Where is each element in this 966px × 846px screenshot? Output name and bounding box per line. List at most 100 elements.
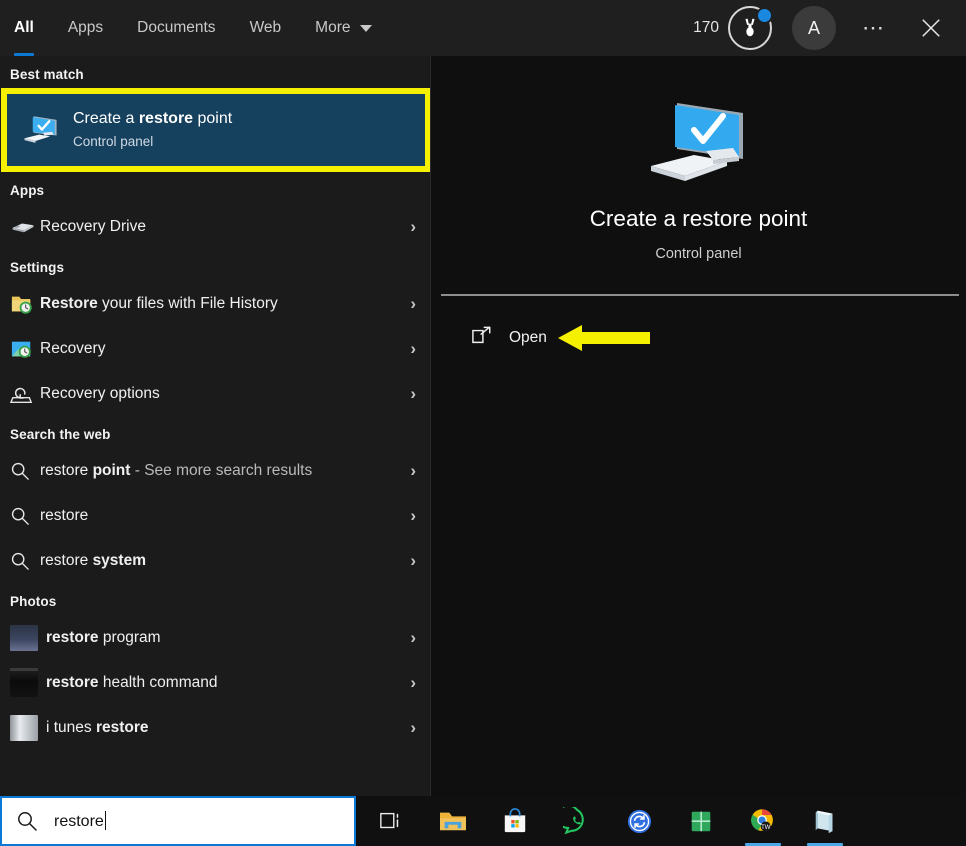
open-action[interactable]: Open bbox=[471, 318, 547, 358]
file-explorer-icon[interactable] bbox=[422, 796, 484, 846]
best-match-title: Create a restore point bbox=[73, 109, 232, 129]
result-web-restore[interactable]: restore › bbox=[0, 493, 430, 538]
search-flyout: All Apps Documents Web More 170 bbox=[0, 0, 966, 846]
result-label-bold: restore bbox=[46, 674, 99, 691]
search-input-text: restore bbox=[54, 813, 104, 830]
tab-web[interactable]: Web bbox=[250, 0, 303, 56]
result-recovery[interactable]: Recovery › bbox=[0, 326, 430, 371]
result-label-bold: restore bbox=[46, 629, 99, 646]
result-photo-itunes-restore[interactable]: i tunes restore › bbox=[0, 705, 430, 750]
search-icon bbox=[16, 810, 38, 832]
preview-title: Create a restore point bbox=[431, 206, 966, 232]
result-label: restore bbox=[40, 507, 410, 525]
tab-documents[interactable]: Documents bbox=[137, 0, 236, 56]
sync-app-icon[interactable] bbox=[608, 796, 670, 846]
result-label: restore point - See more search results bbox=[40, 462, 410, 480]
taskbar-icons: TW bbox=[360, 796, 856, 846]
section-header-search-the-web: Search the web bbox=[0, 416, 430, 448]
tab-apps-label: Apps bbox=[68, 19, 103, 37]
search-input[interactable]: restore bbox=[0, 796, 356, 846]
result-label: Recovery options bbox=[40, 385, 410, 403]
tab-all[interactable]: All bbox=[14, 0, 55, 56]
chevron-right-icon[interactable]: › bbox=[410, 551, 416, 571]
result-web-restore-system[interactable]: restore system › bbox=[0, 538, 430, 583]
result-label-muted: - See more search results bbox=[130, 462, 312, 479]
photo-thumbnail-blue bbox=[10, 625, 46, 651]
best-match-title-suffix: point bbox=[193, 110, 232, 127]
text-caret bbox=[105, 811, 107, 830]
result-label-bold: system bbox=[93, 552, 146, 569]
photo-thumbnail-dark bbox=[10, 668, 46, 697]
restore-point-monitor-large-icon bbox=[431, 91, 966, 196]
preview-subtitle: Control panel bbox=[431, 246, 966, 262]
microsoft-store-icon[interactable] bbox=[484, 796, 546, 846]
header-actions: 170 A ⋯ bbox=[693, 0, 966, 56]
result-photo-restore-health-command[interactable]: restore health command › bbox=[0, 660, 430, 705]
result-label-bold: restore bbox=[96, 719, 149, 736]
result-label-prefix: restore bbox=[40, 462, 93, 479]
tab-more-label: More bbox=[315, 19, 350, 37]
result-label: i tunes restore bbox=[46, 719, 410, 737]
result-label-text: health command bbox=[99, 674, 218, 691]
preview-pane: Create a restore point Control panel Ope… bbox=[431, 56, 966, 796]
result-label-text: Recovery Drive bbox=[40, 218, 146, 235]
search-input-value: restore bbox=[54, 811, 106, 831]
result-restore-file-history[interactable]: Restore your files with File History › bbox=[0, 281, 430, 326]
file-history-icon bbox=[10, 293, 40, 315]
result-label-prefix: i tunes bbox=[46, 719, 96, 736]
best-match-text: Create a restore point Control panel bbox=[73, 109, 232, 151]
result-label-text: Recovery bbox=[40, 340, 105, 357]
result-best-match[interactable]: Create a restore point Control panel bbox=[1, 88, 430, 172]
result-web-restore-point[interactable]: restore point - See more search results … bbox=[0, 448, 430, 493]
best-match-subtitle: Control panel bbox=[73, 132, 232, 151]
svg-text:TW: TW bbox=[761, 825, 771, 831]
search-icon bbox=[10, 551, 40, 571]
chevron-right-icon[interactable]: › bbox=[410, 461, 416, 481]
yellow-left-arrow-annotation bbox=[556, 318, 656, 358]
tab-apps[interactable]: Apps bbox=[68, 0, 124, 56]
result-recovery-options[interactable]: Recovery options › bbox=[0, 371, 430, 416]
rewards-medal-icon[interactable] bbox=[728, 6, 772, 50]
result-label-text: program bbox=[99, 629, 161, 646]
search-header: All Apps Documents Web More 170 bbox=[0, 0, 966, 56]
recovery-settings-icon bbox=[10, 338, 40, 360]
search-icon bbox=[10, 461, 40, 481]
whatsapp-icon[interactable] bbox=[546, 796, 608, 846]
tab-documents-label: Documents bbox=[137, 19, 215, 37]
excel-icon[interactable] bbox=[670, 796, 732, 846]
result-label-text: your files with File History bbox=[98, 295, 278, 312]
chevron-right-icon[interactable]: › bbox=[410, 217, 416, 237]
preview-divider bbox=[441, 294, 959, 296]
best-match-highlight: Create a restore point Control panel bbox=[1, 88, 425, 172]
results-list: Best match Create a restore point Contro bbox=[0, 56, 430, 796]
chevron-right-icon[interactable]: › bbox=[410, 673, 416, 693]
sticky-notes-icon[interactable] bbox=[794, 796, 856, 846]
avatar[interactable]: A bbox=[792, 6, 836, 50]
chevron-right-icon[interactable]: › bbox=[410, 339, 416, 359]
restore-point-monitor-icon bbox=[19, 108, 63, 152]
result-label: Restore your files with File History bbox=[40, 295, 410, 313]
result-photo-restore-program[interactable]: restore program › bbox=[0, 615, 430, 660]
result-label: Recovery bbox=[40, 340, 410, 358]
notification-dot bbox=[756, 7, 773, 24]
tab-more[interactable]: More bbox=[315, 0, 393, 56]
chevron-right-icon[interactable]: › bbox=[410, 718, 416, 738]
chevron-right-icon[interactable]: › bbox=[410, 506, 416, 526]
close-icon[interactable] bbox=[908, 5, 954, 51]
chevron-right-icon[interactable]: › bbox=[410, 384, 416, 404]
ellipsis-icon[interactable]: ⋯ bbox=[854, 8, 894, 48]
search-icon bbox=[10, 506, 40, 526]
result-recovery-drive[interactable]: Recovery Drive › bbox=[0, 204, 430, 249]
task-view-icon[interactable] bbox=[360, 796, 422, 846]
taskbar: restore bbox=[0, 796, 966, 846]
section-header-apps: Apps bbox=[0, 172, 430, 204]
chevron-right-icon[interactable]: › bbox=[410, 628, 416, 648]
result-label-prefix: restore bbox=[40, 507, 88, 524]
section-header-best-match: Best match bbox=[0, 56, 430, 88]
result-label: restore program bbox=[46, 629, 410, 647]
chevron-right-icon[interactable]: › bbox=[410, 294, 416, 314]
result-label: restore health command bbox=[46, 674, 410, 692]
chrome-tw-icon[interactable]: TW bbox=[732, 796, 794, 846]
photo-thumbnail-light bbox=[10, 715, 46, 741]
open-label: Open bbox=[509, 329, 547, 347]
